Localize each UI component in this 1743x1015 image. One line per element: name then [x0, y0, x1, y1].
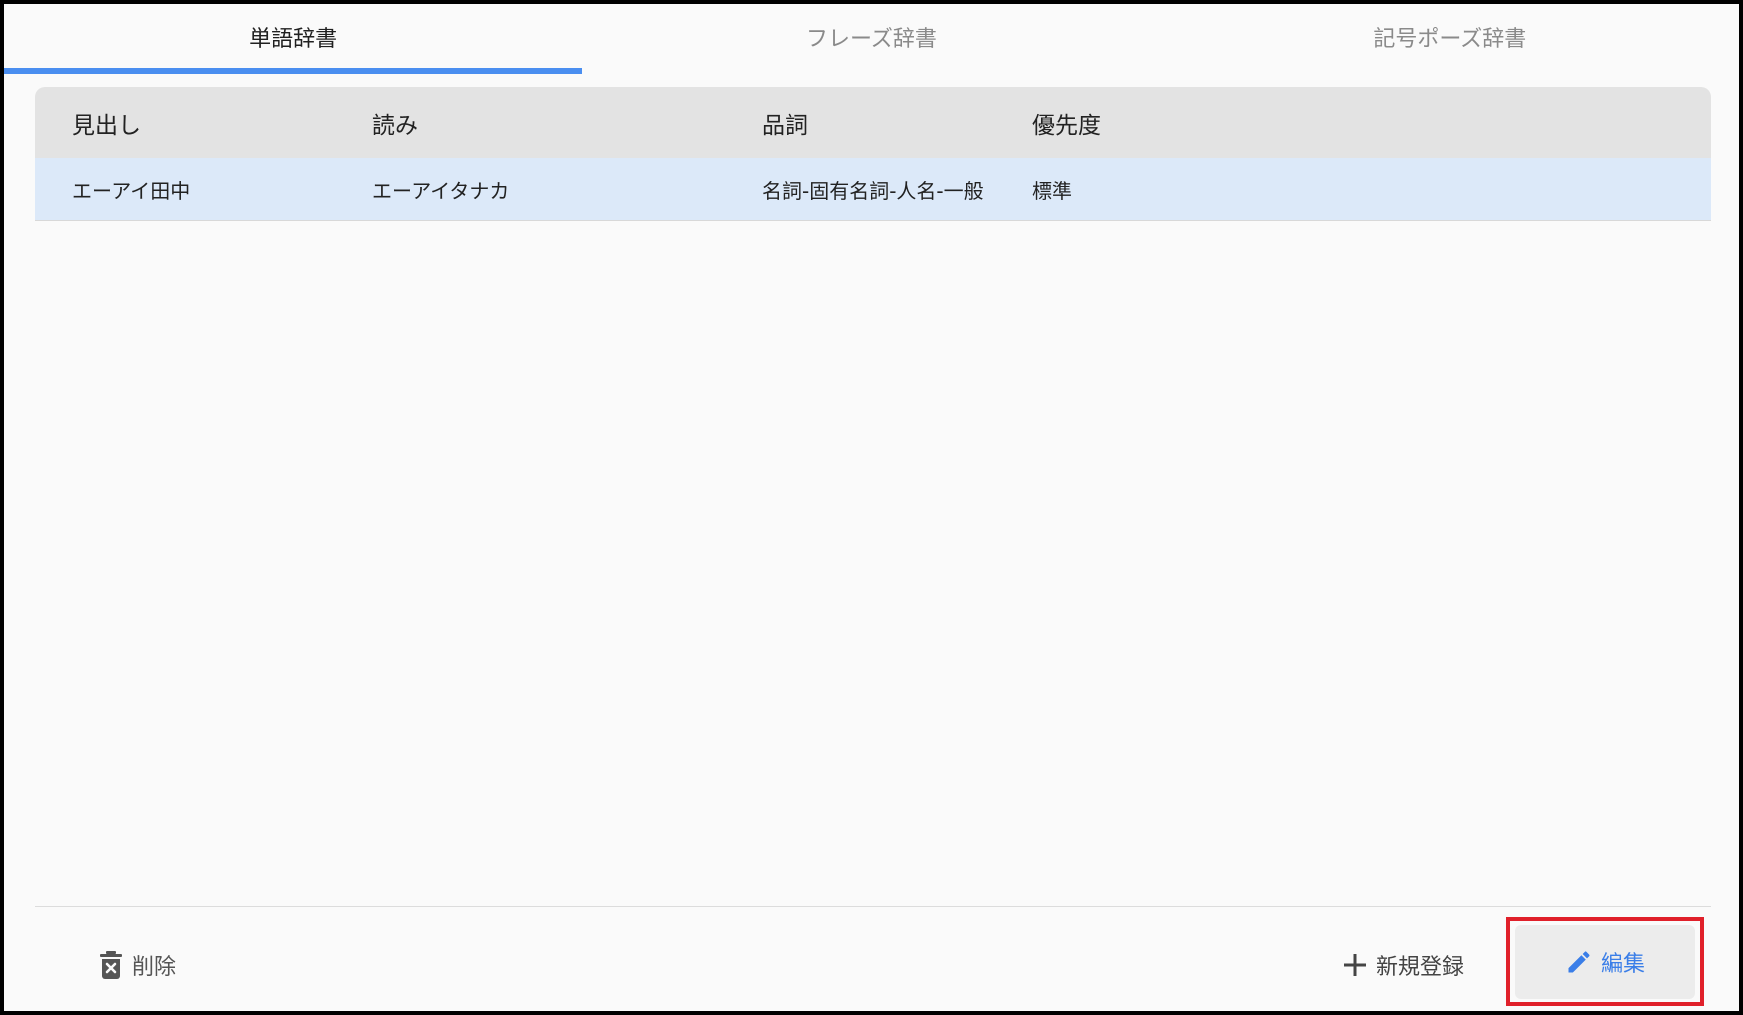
tab-symbol-pause-dictionary[interactable]: 記号ポーズ辞書: [1161, 4, 1739, 74]
tab-phrase-dictionary[interactable]: フレーズ辞書: [582, 4, 1160, 74]
footer-divider: [35, 906, 1711, 907]
column-header-priority[interactable]: 優先度: [1032, 87, 1101, 158]
delete-label: 削除: [132, 955, 177, 980]
edit-label: 編集: [1600, 952, 1645, 977]
delete-button[interactable]: 削除: [100, 939, 176, 991]
table-header: 見出し 読み 品詞 優先度: [35, 87, 1711, 158]
new-entry-button[interactable]: 新規登録: [1344, 939, 1464, 991]
plus-icon: [1344, 954, 1366, 976]
pencil-icon: [1565, 948, 1593, 976]
tab-label: 記号ポーズ辞書: [1373, 27, 1527, 52]
new-entry-label: 新規登録: [1376, 955, 1465, 980]
cell-headword: エーアイ田中: [72, 178, 191, 203]
edit-button[interactable]: 編集: [1515, 925, 1695, 999]
trash-icon: [100, 951, 122, 979]
dictionary-window: 単語辞書 フレーズ辞書 記号ポーズ辞書 見出し 読み 品詞 優先度 エーアイ田中…: [4, 4, 1739, 1011]
cell-reading: エーアイタナカ: [372, 178, 510, 203]
tab-bar: 単語辞書 フレーズ辞書 記号ポーズ辞書: [4, 4, 1739, 74]
column-header-headword[interactable]: 見出し: [72, 87, 141, 158]
column-header-reading[interactable]: 読み: [372, 87, 418, 158]
cell-priority: 標準: [1032, 178, 1072, 203]
cell-part-of-speech: 名詞-固有名詞-人名-一般: [762, 178, 984, 203]
tab-word-dictionary[interactable]: 単語辞書: [4, 4, 583, 74]
tab-label: フレーズ辞書: [806, 27, 937, 52]
table-row[interactable]: エーアイ田中 エーアイタナカ 名詞-固有名詞-人名-一般 標準: [35, 158, 1711, 221]
column-header-part-of-speech[interactable]: 品詞: [762, 87, 808, 158]
word-table: 見出し 読み 品詞 優先度 エーアイ田中 エーアイタナカ 名詞-固有名詞-人名-…: [35, 87, 1711, 221]
tab-label: 単語辞書: [249, 27, 338, 52]
